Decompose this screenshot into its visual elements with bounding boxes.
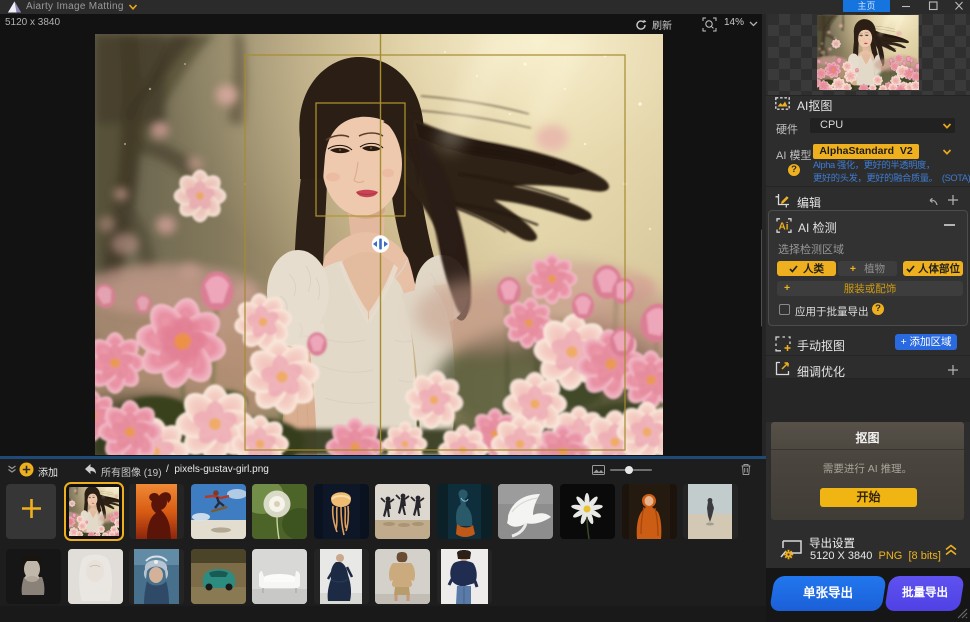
svg-text:Ai: Ai [779, 222, 789, 233]
